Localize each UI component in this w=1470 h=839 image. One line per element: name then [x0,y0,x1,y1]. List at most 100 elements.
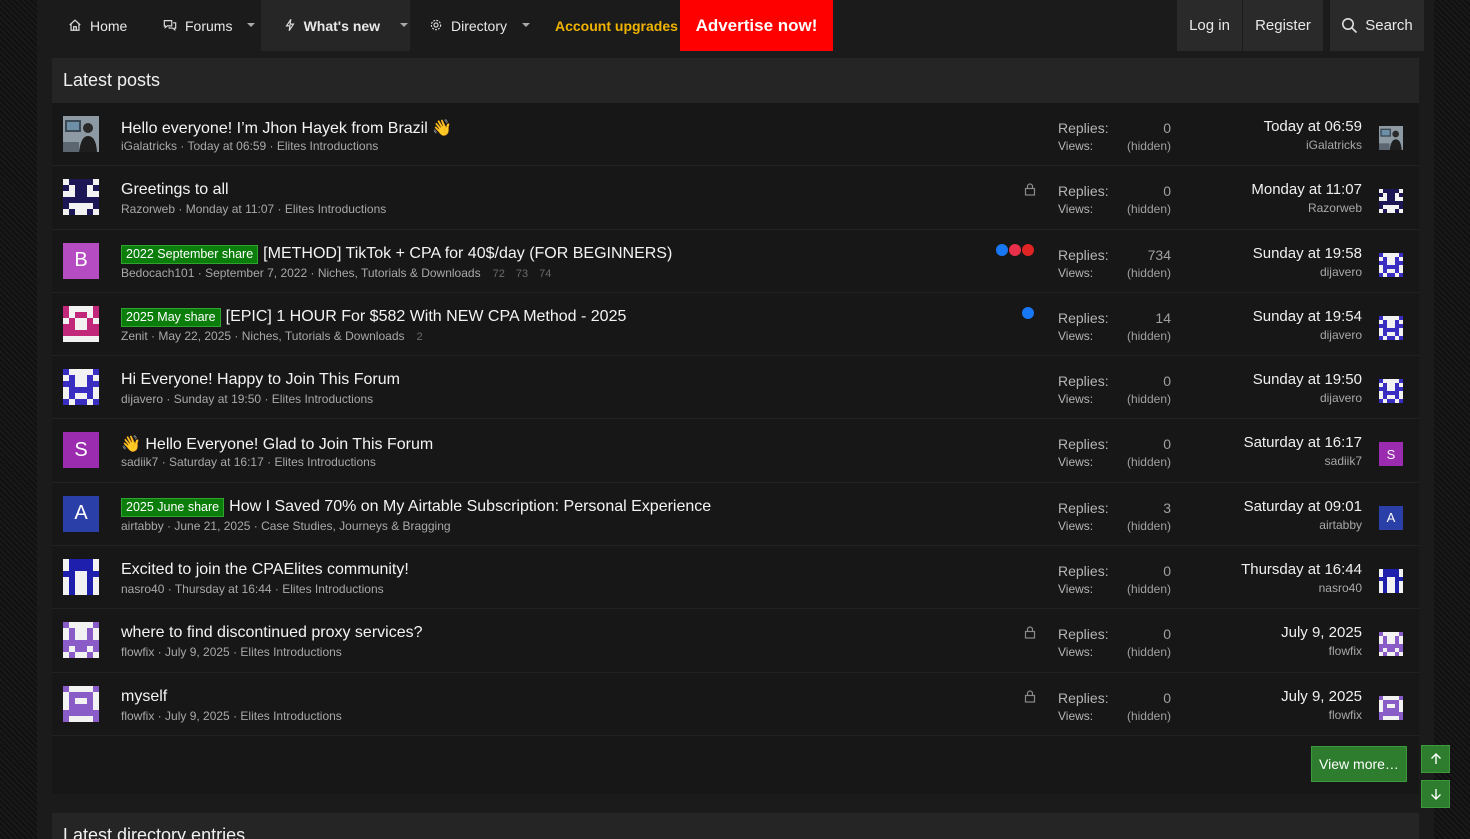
thread-prefix-badge[interactable]: 2025 May share [121,307,221,327]
thread-author-link[interactable]: Razorweb [121,202,175,216]
last-poster-avatar[interactable] [1379,632,1403,657]
last-post-date[interactable]: Saturday at 09:01 [1244,498,1362,515]
thread-author-link[interactable]: Zenit [121,329,148,343]
last-poster-link[interactable]: Razorweb [1251,201,1362,215]
thread-forum-link[interactable]: Elites Introductions [240,709,341,723]
author-avatar[interactable] [63,369,99,406]
author-avatar[interactable]: A [63,495,99,532]
thread-title-link[interactable]: 👋 Hello Everyone! Glad to Join This Foru… [121,434,433,454]
chevron-down-icon[interactable] [246,20,258,32]
last-poster-avatar[interactable] [1379,189,1403,214]
thread-start-date[interactable]: Saturday at 16:17 [169,455,264,469]
thread-author-link[interactable]: nasro40 [121,582,164,596]
thread-title-link[interactable]: Excited to join the CPAElites community! [121,561,409,579]
author-avatar[interactable] [63,305,99,342]
last-poster-link[interactable]: dijavero [1253,391,1362,405]
last-poster-avatar[interactable] [1379,379,1403,404]
thread-author-link[interactable]: sadiik7 [121,455,158,469]
author-avatar[interactable] [63,622,99,659]
reactions-summary[interactable] [1021,305,1035,320]
thread-author-link[interactable]: dijavero [121,392,163,406]
author-avatar[interactable]: B [63,242,99,279]
thread-title-link[interactable]: where to find discontinued proxy service… [121,624,423,642]
thread-forum-link[interactable]: Elites Introductions [285,202,386,216]
thread-forum-link[interactable]: Elites Introductions [274,455,375,469]
last-poster-link[interactable]: airtabby [1244,518,1362,532]
chevron-down-icon[interactable] [399,20,410,32]
author-avatar[interactable] [63,116,99,152]
thread-start-date[interactable]: Today at 06:59 [187,139,266,153]
last-poster-avatar[interactable] [1379,252,1403,277]
last-post-date[interactable]: Sunday at 19:54 [1253,308,1362,325]
thread-start-date[interactable]: July 9, 2025 [165,709,230,723]
author-avatar[interactable]: S [63,432,99,469]
scroll-to-top-button[interactable] [1421,745,1450,773]
search-button[interactable]: Search [1329,0,1424,51]
last-poster-avatar[interactable] [1379,126,1403,150]
thread-start-date[interactable]: June 21, 2025 [174,519,250,533]
thread-forum-link[interactable]: Niches, Tutorials & Downloads [318,266,481,280]
thread-start-date[interactable]: Monday at 11:07 [186,202,275,216]
thread-start-date[interactable]: Sunday at 19:50 [174,392,261,406]
author-avatar[interactable] [63,685,99,722]
nav-tab-account-upgrades[interactable]: Account upgrades [537,0,703,51]
last-post-date[interactable]: Sunday at 19:58 [1253,245,1362,262]
last-post-date[interactable]: July 9, 2025 [1281,624,1362,641]
last-poster-avatar[interactable]: A [1379,505,1403,530]
last-post-date[interactable]: July 9, 2025 [1281,688,1362,705]
thread-title-link[interactable]: Greetings to all [121,181,229,199]
thread-author-link[interactable]: airtabby [121,519,164,533]
thread-title-link[interactable]: Hello everyone! I’m Jhon Hayek from Braz… [121,118,452,138]
last-poster-link[interactable]: nasro40 [1241,581,1362,595]
last-post-date[interactable]: Saturday at 16:17 [1244,434,1362,451]
nav-tab-whats-new[interactable]: What's new [261,0,410,51]
nav-tab-forums[interactable]: Forums [144,0,261,51]
thread-author-link[interactable]: Bedocach101 [121,266,194,280]
last-poster-link[interactable]: flowfix [1281,708,1362,722]
thread-page-links[interactable]: 72 73 74 [493,268,552,280]
thread-forum-link[interactable]: Elites Introductions [272,392,373,406]
register-button[interactable]: Register [1242,0,1323,51]
thread-forum-link[interactable]: Elites Introductions [282,582,383,596]
thread-author-link[interactable]: flowfix [121,709,154,723]
thread-start-date[interactable]: July 9, 2025 [165,645,230,659]
last-poster-avatar[interactable]: S [1379,442,1403,467]
thread-forum-link[interactable]: Elites Introductions [240,645,341,659]
thread-forum-link[interactable]: Niches, Tutorials & Downloads [242,329,405,343]
last-poster-link[interactable]: dijavero [1253,328,1362,342]
nav-tab-directory[interactable]: Directory [410,0,537,51]
thread-prefix-badge[interactable]: 2022 September share [121,244,259,264]
chevron-down-icon[interactable] [521,20,533,32]
thread-prefix-badge[interactable]: 2025 June share [121,497,225,517]
thread-forum-link[interactable]: Elites Introductions [277,139,378,153]
author-avatar[interactable] [63,559,99,596]
thread-start-date[interactable]: Thursday at 16:44 [175,582,272,596]
thread-author-link[interactable]: flowfix [121,645,154,659]
thread-author-link[interactable]: iGalatricks [121,139,177,153]
nav-tab-advertise[interactable]: Advertise now! [680,0,833,51]
last-post-date[interactable]: Today at 06:59 [1264,118,1362,135]
last-poster-avatar[interactable] [1379,695,1403,720]
thread-forum-link[interactable]: Case Studies, Journeys & Bragging [261,519,450,533]
last-poster-link[interactable]: iGalatricks [1264,138,1362,152]
last-post-date[interactable]: Sunday at 19:50 [1253,371,1362,388]
view-more-button[interactable]: View more… [1311,745,1407,782]
thread-page-links[interactable]: 2 [417,331,423,343]
thread-start-date[interactable]: May 22, 2025 [158,329,231,343]
author-avatar[interactable] [63,179,99,216]
last-poster-link[interactable]: dijavero [1253,265,1362,279]
last-post-date[interactable]: Monday at 11:07 [1251,181,1362,198]
last-poster-avatar[interactable] [1379,315,1403,340]
login-button[interactable]: Log in [1176,0,1242,51]
last-poster-link[interactable]: flowfix [1281,644,1362,658]
thread-title-link[interactable]: myself [121,688,167,706]
thread-title-link[interactable]: Hi Everyone! Happy to Join This Forum [121,371,400,389]
thread-title-link[interactable]: [EPIC] 1 HOUR For $582 With NEW CPA Meth… [226,308,627,326]
last-poster-link[interactable]: sadiik7 [1244,454,1362,468]
thread-title-link[interactable]: [METHOD] TikTok + CPA for 40$/day (FOR B… [263,245,672,263]
last-poster-avatar[interactable] [1379,569,1403,594]
reactions-summary[interactable] [995,242,1035,257]
scroll-to-bottom-button[interactable] [1421,780,1450,808]
thread-start-date[interactable]: September 7, 2022 [205,266,307,280]
nav-tab-home[interactable]: Home [37,0,144,51]
